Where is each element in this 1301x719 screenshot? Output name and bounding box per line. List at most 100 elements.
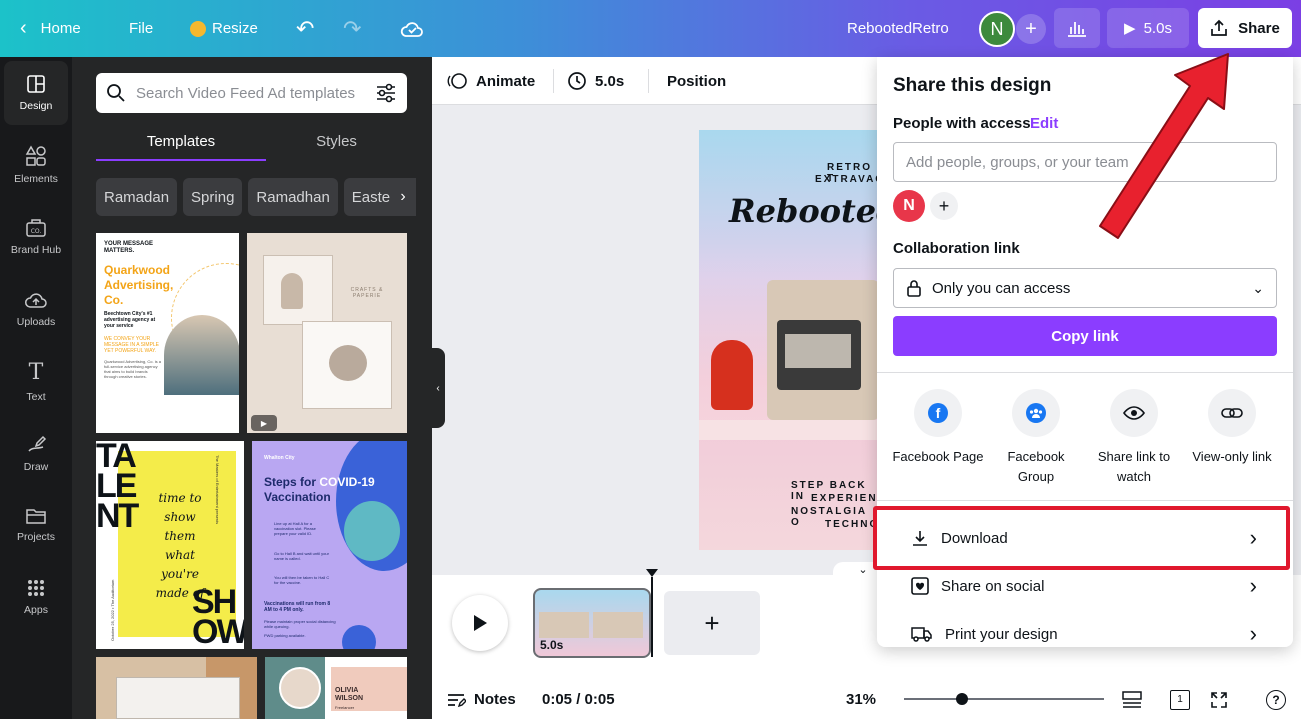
vase-shape bbox=[329, 345, 367, 381]
template-quarkwood[interactable]: YOUR MESSAGE MATTERS. Quarkwood Advertis… bbox=[96, 233, 239, 433]
eye-icon bbox=[1110, 389, 1158, 437]
lock-icon bbox=[907, 280, 921, 297]
tab-templates[interactable]: Templates bbox=[96, 127, 266, 161]
timeline-play-button[interactable] bbox=[452, 595, 508, 651]
rail-item-uploads[interactable]: Uploads bbox=[4, 277, 68, 341]
link-access-select[interactable]: Only you can access ⌄ bbox=[893, 268, 1277, 308]
insights-chart-icon[interactable] bbox=[1054, 8, 1100, 48]
rail-item-draw[interactable]: Draw bbox=[4, 421, 68, 485]
edit-access-link[interactable]: Edit bbox=[1030, 115, 1058, 132]
cassette bbox=[785, 334, 851, 368]
tab-styles[interactable]: Styles bbox=[266, 127, 407, 161]
share-option-view-only-link[interactable]: View-only link bbox=[1183, 389, 1281, 467]
template-olivia-wilson[interactable]: OLIVIA WILSON Freelancer bbox=[265, 657, 407, 719]
file-label: File bbox=[129, 20, 154, 37]
template-text: Vaccination bbox=[264, 490, 331, 504]
document-title[interactable]: RebootedRetro bbox=[847, 0, 949, 57]
template-title: Steps for COVID-19 Vaccination bbox=[264, 475, 382, 505]
heart-frame-icon bbox=[911, 577, 929, 595]
share-option-facebook-page[interactable]: f Facebook Page bbox=[889, 389, 987, 467]
playhead-marker[interactable] bbox=[646, 569, 658, 577]
filter-sliders-icon[interactable] bbox=[375, 83, 397, 103]
share-option-watch-link[interactable]: Share link to watch bbox=[1085, 389, 1183, 487]
play-duration: 5.0s bbox=[1143, 19, 1172, 37]
home-label: Home bbox=[40, 20, 81, 37]
templates-panel: Templates Styles Ramadan Spring Ramadhan… bbox=[72, 57, 432, 719]
animate-icon bbox=[447, 73, 467, 89]
canvas-text: TECHNO bbox=[825, 519, 879, 530]
add-people-input[interactable] bbox=[893, 142, 1277, 182]
chip-ramadhan[interactable]: Ramadhan bbox=[248, 178, 338, 216]
vase-shape bbox=[281, 273, 303, 309]
present-play-button[interactable]: ▶ 5.0s bbox=[1107, 8, 1189, 48]
zoom-slider-track[interactable] bbox=[904, 698, 1104, 700]
chevron-right-icon[interactable]: › bbox=[390, 178, 416, 216]
rail-label: Design bbox=[19, 100, 53, 112]
rail-item-brand-hub[interactable]: CO. Brand Hub bbox=[4, 205, 68, 269]
help-icon[interactable]: ? bbox=[1266, 680, 1286, 719]
position-button[interactable]: Position bbox=[667, 57, 726, 105]
file-menu[interactable]: File bbox=[129, 0, 153, 57]
template-frame[interactable] bbox=[96, 657, 257, 719]
home-button[interactable]: ‹ Home bbox=[20, 0, 81, 57]
grid-view-icon[interactable] bbox=[1122, 680, 1142, 719]
decor-circle bbox=[344, 501, 400, 561]
chip-spring[interactable]: Spring bbox=[183, 178, 243, 216]
rail-item-elements[interactable]: Elements bbox=[4, 133, 68, 197]
cloud-saved-icon[interactable] bbox=[400, 0, 424, 57]
redo-icon[interactable]: ↷ bbox=[343, 0, 361, 57]
search-input[interactable] bbox=[136, 84, 365, 102]
add-person-icon[interactable]: + bbox=[930, 192, 958, 220]
undo-icon[interactable]: ↶ bbox=[296, 0, 314, 57]
add-page-button[interactable]: + bbox=[664, 591, 760, 655]
video-badge-icon: ▶ bbox=[251, 415, 277, 431]
brand-hub-icon: CO. bbox=[26, 219, 46, 237]
zoom-percent[interactable]: 31% bbox=[846, 680, 876, 719]
crown-icon bbox=[190, 20, 206, 37]
template-text: WE CONVEY YOUR MESSAGE IN A SIMPLE YET P… bbox=[104, 336, 160, 354]
panel-tabs: Templates Styles bbox=[96, 127, 407, 161]
rail-item-projects[interactable]: Projects bbox=[4, 493, 68, 557]
template-crafts-paperie[interactable]: CRAFTS & PAPERIE ▶ bbox=[247, 233, 407, 433]
clip-duration: 5.0s bbox=[540, 638, 564, 652]
chevron-right-icon: › bbox=[1249, 573, 1257, 598]
collapse-panel-button[interactable]: ‹ bbox=[431, 348, 445, 428]
left-rail: Design Elements CO. Brand Hub Uploads T … bbox=[0, 57, 72, 719]
template-search[interactable] bbox=[96, 73, 407, 113]
divider bbox=[877, 372, 1293, 373]
chip-ramadan[interactable]: Ramadan bbox=[96, 178, 178, 216]
template-text: You will then be taken to Hall C for the… bbox=[274, 575, 330, 585]
template-text: CRAFTS & PAPERIE bbox=[350, 287, 384, 299]
duration-label: 5.0s bbox=[595, 72, 625, 90]
draw-icon bbox=[28, 435, 47, 452]
rail-item-apps[interactable]: Apps bbox=[4, 565, 68, 629]
user-avatar[interactable]: N bbox=[979, 11, 1015, 47]
owner-avatar[interactable]: N bbox=[893, 190, 925, 222]
timeline-clip[interactable]: 5.0s bbox=[533, 588, 651, 658]
rail-item-text[interactable]: T Text bbox=[4, 349, 68, 413]
resize-button[interactable]: Resize bbox=[190, 0, 258, 57]
shelf bbox=[699, 420, 879, 440]
chevron-left-icon: ‹ bbox=[20, 17, 27, 39]
template-text: COVID-19 bbox=[319, 475, 375, 489]
zoom-slider-handle[interactable] bbox=[956, 693, 968, 705]
rail-item-design[interactable]: Design bbox=[4, 61, 68, 125]
duration-button[interactable]: 5.0s bbox=[567, 57, 624, 105]
copy-link-button[interactable]: Copy link bbox=[893, 316, 1277, 356]
template-covid-vaccination[interactable]: Whalton City Steps for COVID-19 Vaccinat… bbox=[252, 441, 407, 649]
template-text: Quarkwood Advertising, Co. is a full-ser… bbox=[104, 359, 161, 379]
share-option-facebook-group[interactable]: Facebook Group bbox=[987, 389, 1085, 487]
notes-button[interactable]: Notes bbox=[446, 680, 516, 719]
print-design-row[interactable]: Print your design › bbox=[877, 610, 1293, 647]
template-text: Beechtown City's #1 advertising agency a… bbox=[104, 311, 156, 329]
design-canvas[interactable]: RETRO T EXTRAVAG Rebooted STEP BACK IN E… bbox=[699, 130, 879, 550]
share-button[interactable]: Share bbox=[1198, 8, 1292, 48]
add-collaborator-icon[interactable]: + bbox=[1016, 14, 1046, 44]
template-text: YOUR MESSAGE MATTERS. bbox=[104, 241, 154, 254]
animate-button[interactable]: Animate bbox=[446, 57, 535, 105]
fullscreen-icon[interactable] bbox=[1210, 680, 1228, 719]
rail-label: Brand Hub bbox=[10, 244, 62, 256]
share-on-social-label: Share on social bbox=[941, 577, 1045, 595]
page-count-icon[interactable]: 1 bbox=[1170, 680, 1190, 719]
template-talent-show[interactable]: TA LE NT time to show them what you're m… bbox=[96, 441, 244, 649]
